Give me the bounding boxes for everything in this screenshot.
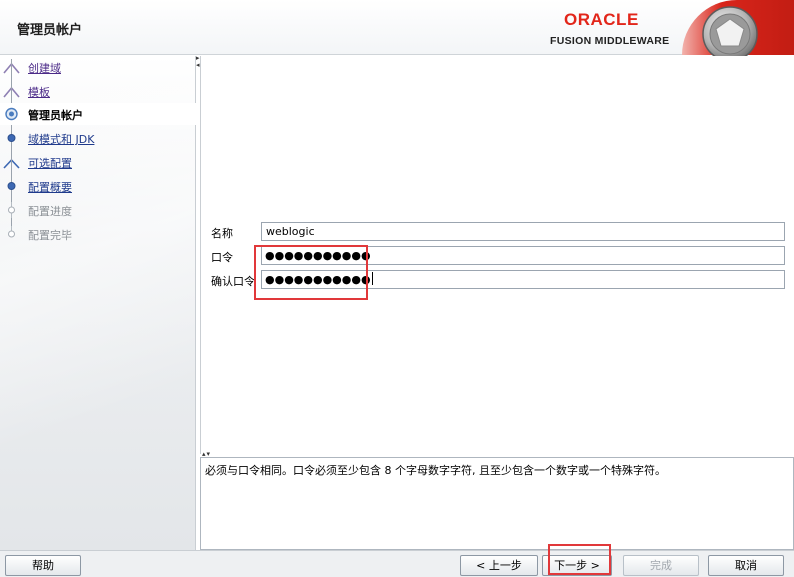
nav-step-label[interactable]: 域模式和 JDK: [28, 131, 94, 147]
text-caret: [371, 272, 373, 285]
message-panel: 必须与口令相同。口令必须至少包含 8 个字母数字字符, 且至少包含一个数字或一个…: [200, 457, 794, 550]
nav-step-label: 配置完毕: [28, 229, 72, 242]
nav-step-config-progress: 配置进度: [0, 199, 196, 221]
step-disabled-icon: [8, 226, 15, 238]
button-bar: 帮助 < 上一步 下一步 > 完成 取消: [0, 550, 794, 577]
step-branch-icon: [3, 154, 20, 170]
annotation-highlight-next: [548, 544, 611, 575]
nav-step-config-complete: 配置完毕: [0, 223, 196, 245]
oracle-logo-word: ORACLE: [564, 10, 639, 29]
nav-step-create-domain[interactable]: 创建域: [0, 56, 196, 78]
page-title: 管理员帐户: [17, 23, 83, 38]
step-pending-icon: [7, 178, 16, 194]
step-current-icon: [5, 107, 18, 121]
pentagon-emblem-icon: [702, 6, 758, 60]
nav-step-label[interactable]: 可选配置: [28, 155, 72, 171]
step-disabled-icon: [8, 202, 15, 218]
step-done-icon: [3, 59, 20, 75]
nav-step-template[interactable]: 模板: [0, 80, 196, 102]
nav-step-config-summary[interactable]: 配置概要: [0, 175, 196, 197]
step-pending-icon: [7, 130, 16, 146]
password-label: 口令: [211, 251, 233, 264]
nav-step-label: 配置进度: [28, 205, 72, 218]
wizard-step-nav: 创建域 模板 管理员帐户 域模式和 JDK 可选配置 配置概要 配置进度 配置完…: [0, 56, 196, 550]
finish-button: 完成: [623, 555, 699, 576]
nav-step-optional-config[interactable]: 可选配置: [0, 151, 196, 173]
validation-message: 必须与口令相同。口令必须至少包含 8 个字母数字字符, 且至少包含一个数字或一个…: [205, 464, 666, 477]
confirm-password-label: 确认口令: [211, 275, 255, 288]
nav-step-label[interactable]: 管理员帐户: [28, 107, 83, 123]
nav-step-label[interactable]: 模板: [28, 84, 50, 100]
nav-step-label[interactable]: 创建域: [28, 60, 61, 76]
oracle-logo: ORACLE FUSION MIDDLEWARE: [548, 9, 678, 51]
nav-step-label[interactable]: 配置概要: [28, 179, 72, 195]
fusion-middleware-text: FUSION MIDDLEWARE: [550, 35, 670, 47]
back-button[interactable]: < 上一步: [460, 555, 538, 576]
form-row-name: 名称: [201, 222, 794, 242]
step-done-icon: [3, 83, 20, 99]
name-input[interactable]: [261, 222, 785, 241]
header-bar: 管理员帐户 ORACLE FUSION MIDDLEWARE: [0, 0, 794, 60]
nav-step-domain-mode-jdk[interactable]: 域模式和 JDK: [0, 127, 196, 149]
cancel-button[interactable]: 取消: [708, 555, 784, 576]
annotation-highlight-passwords: [254, 245, 368, 300]
help-button[interactable]: 帮助: [5, 555, 81, 576]
nav-step-admin-account[interactable]: 管理员帐户: [0, 103, 196, 125]
name-label: 名称: [211, 227, 233, 240]
